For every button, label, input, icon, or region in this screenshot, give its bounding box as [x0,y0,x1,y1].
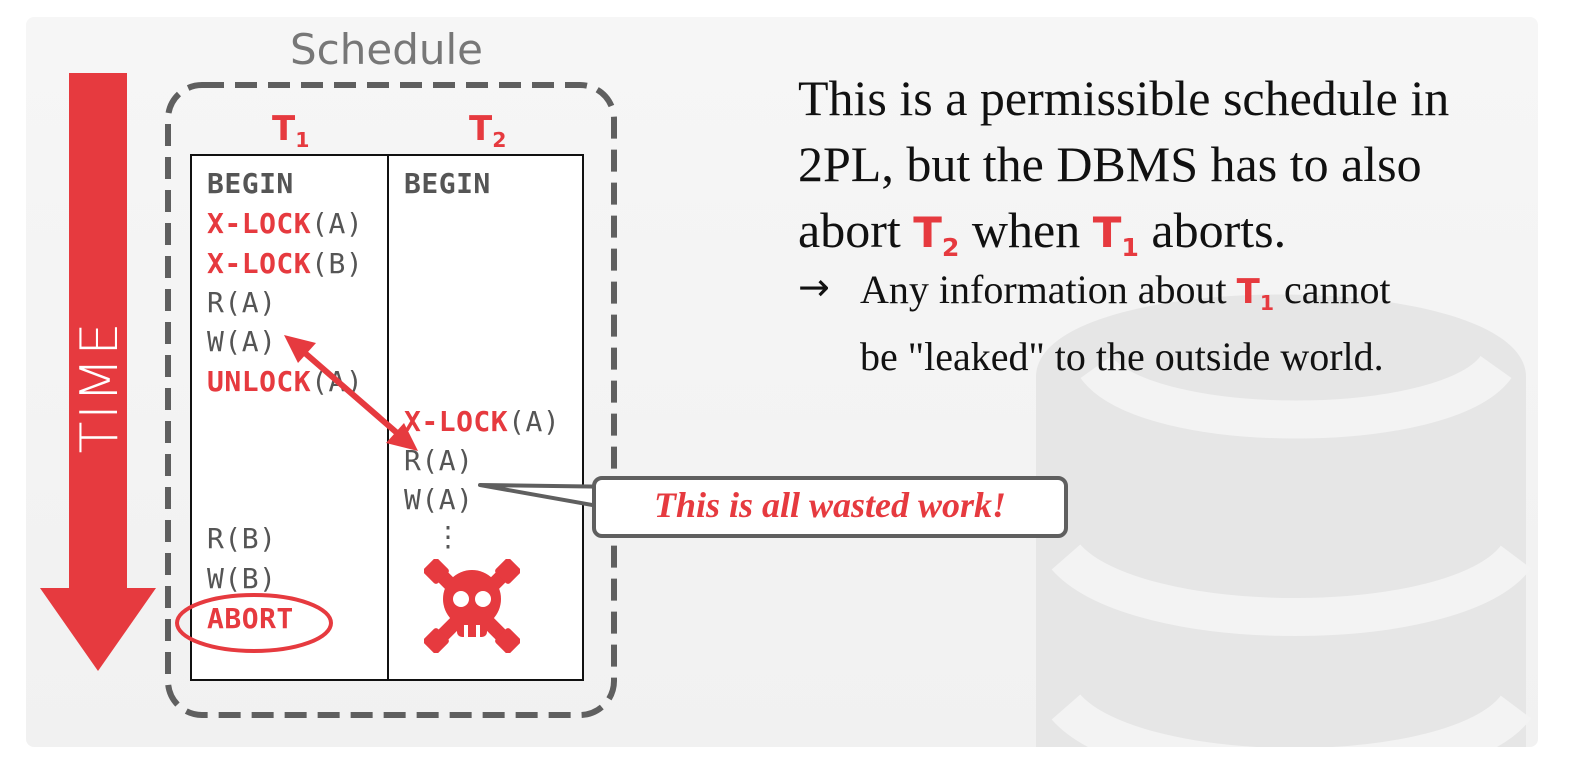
t1-op-read-a: R(A) [207,286,277,319]
t1-op-xlock-a: X-LOCK(A) [207,207,364,240]
dependency-arrow [284,335,418,451]
t1-op-read-b: R(B) [207,522,277,555]
main-statement-line1: This is a permissible schedule in [798,70,1450,126]
bullet-line1: Any information about T1 cannot [860,267,1391,316]
t1-header-sub: 1 [295,128,310,153]
t1-ref: T1 [1092,208,1139,262]
t2-op-ellipsis: ⋮ [434,520,463,553]
t1-op-write-a: W(A) [207,325,277,358]
bullet-t1-ref: T1 [1236,272,1275,316]
skull-crossbones-icon [424,559,520,653]
t1-op-xlock-b: X-LOCK(B) [207,247,364,280]
callout-text: This is all wasted work! [653,485,1007,525]
bullet-text: Any information about T1 cannot be "leak… [860,263,1391,384]
t1-header-letter: T [272,109,296,149]
time-label: TIME [70,320,130,454]
t1-op-begin: BEGIN [207,167,294,200]
t2-header-sub: 2 [492,128,507,153]
schedule-title: Schedule [290,25,483,74]
t2-header: T2 [469,109,506,152]
bullet-line2: be "leaked" to the outside world. [860,334,1384,380]
t2-ref: T2 [913,208,960,262]
slide: TIME Schedule T1 T2 BEGIN X-LOCK(A) X-LO… [26,17,1538,747]
abort-circle [175,593,333,653]
t1-header: T1 [272,109,309,152]
t2-op-write-a: W(A) [404,483,474,516]
bullet-arrow: → [798,265,830,309]
t2-header-letter: T [469,109,493,149]
t2-op-begin: BEGIN [404,167,491,200]
main-statement-line2: 2PL, but the DBMS has to also [798,136,1422,192]
main-statement: This is a permissible schedule in 2PL, b… [798,65,1449,281]
t2-op-xlock-a: X-LOCK(A) [404,405,561,438]
